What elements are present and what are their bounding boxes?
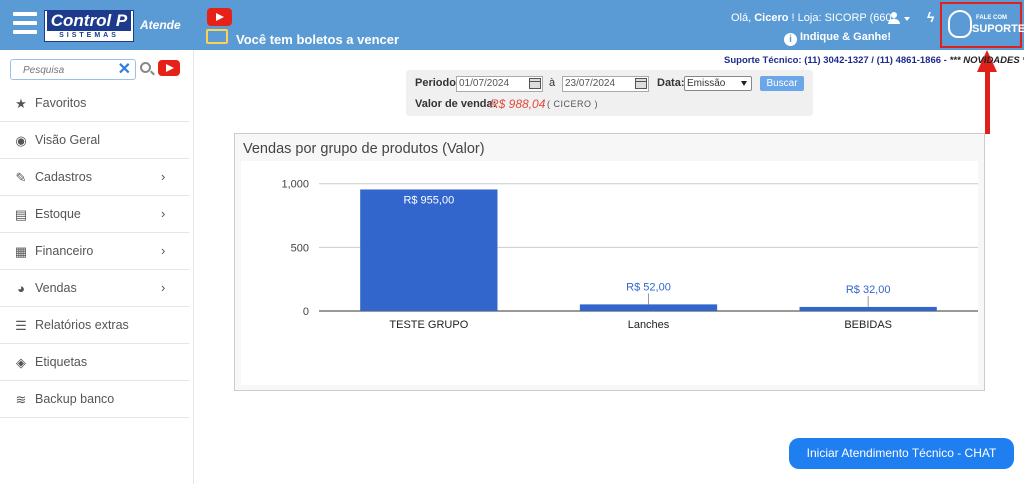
bar xyxy=(360,189,498,311)
sidebar-item-vendas[interactable]: ◕ Vendas › xyxy=(0,270,189,307)
sidebar-item-favoritos[interactable]: ★ Favoritos xyxy=(0,85,189,122)
support-phone-line: Suporte Técnico: (11) 3042-1327 / (11) 4… xyxy=(724,55,1024,66)
store-label: Loja: SICORP (660) xyxy=(797,12,896,24)
chevron-right-icon: › xyxy=(161,280,166,295)
search-icon[interactable] xyxy=(140,62,151,73)
valor-venda-label: Valor de venda: xyxy=(415,98,497,110)
greeting-prefix: Olá, xyxy=(731,12,755,24)
greeting-suffix: ! xyxy=(788,12,795,24)
chevron-down-icon xyxy=(741,81,747,86)
data-label: R$ 955,00 xyxy=(403,194,454,206)
boletos-notice[interactable]: Você tem boletos a vencer xyxy=(236,32,399,47)
youtube-icon[interactable] xyxy=(158,60,180,76)
sidebar-item-label: Cadastros xyxy=(35,170,92,184)
user-name: Cicero xyxy=(754,12,789,24)
chart-card: Vendas por grupo de produtos (Valor) 0 50… xyxy=(234,133,985,391)
sidebar-item-etiquetas[interactable]: ◈ Etiquetas xyxy=(0,344,189,381)
fale-com-suporte-button[interactable]: FALE COM SUPORTE xyxy=(940,2,1024,48)
sidebar-item-relatorios-extras[interactable]: ☰ Relatórios extras xyxy=(0,307,189,344)
filter-panel: Periodo: 01/07/2024 à 23/07/2024 Data: E… xyxy=(406,70,813,116)
sidebar-item-label: Backup banco xyxy=(35,392,115,406)
top-bar: Control P SISTEMAS Atende Você tem bolet… xyxy=(0,0,1024,50)
sidebar-item-cadastros[interactable]: ✎ Cadastros › xyxy=(0,159,189,196)
sidebar-item-label: Favoritos xyxy=(35,96,87,110)
financeiro-icon: ▦ xyxy=(14,244,28,259)
suporte-label: SUPORTE xyxy=(972,23,1024,35)
estoque-icon: ▤ xyxy=(14,207,28,222)
youtube-icon[interactable] xyxy=(207,8,232,26)
support-phones: Suporte Técnico: (11) 3042-1327 / (11) 4… xyxy=(724,55,950,66)
valor-venda-amount: R$ 988,04 xyxy=(490,97,546,111)
info-icon: i xyxy=(784,33,797,46)
sidebar-item-backup-banco[interactable]: ≋ Backup banco xyxy=(0,381,189,418)
chevron-right-icon: › xyxy=(161,243,166,258)
headset-icon xyxy=(948,10,972,38)
chevron-right-icon: › xyxy=(161,169,166,184)
atende-logo: Atende xyxy=(140,18,181,32)
vendas-icon: ◕ xyxy=(17,281,25,296)
bolt-icon[interactable]: ϟ xyxy=(927,9,934,25)
user-greeting: Olá, Cicero ! Loja: SICORP (660) xyxy=(731,12,895,24)
data-label: R$ 52,00 xyxy=(626,281,671,293)
data-label: R$ 32,00 xyxy=(846,284,891,296)
indique-ganhe-link[interactable]: i Indique & Ganhe! xyxy=(784,31,891,46)
date-separator: à xyxy=(549,77,556,89)
calendar-icon[interactable] xyxy=(635,78,647,89)
y-tick-label: 1,000 xyxy=(281,179,309,191)
sidebar-item-label: Relatórios extras xyxy=(35,318,129,332)
backup-banco-icon: ≋ xyxy=(15,392,27,407)
sidebar-item-label: Estoque xyxy=(35,207,81,221)
x-tick-label: TESTE GRUPO xyxy=(389,319,468,331)
valor-venda-user: ( CICERO ) xyxy=(547,99,598,109)
etiquetas-icon: ◈ xyxy=(16,355,26,370)
relatorios-extras-icon: ☰ xyxy=(15,318,27,333)
data-label: Data: xyxy=(657,77,685,89)
sidebar-item-visao-geral[interactable]: ◉ Visão Geral xyxy=(0,122,189,159)
controlp-logo[interactable]: Control P SISTEMAS xyxy=(44,10,134,42)
cadastros-icon: ✎ xyxy=(15,170,27,185)
periodo-label: Periodo: xyxy=(415,77,460,89)
bar xyxy=(579,304,718,311)
sidebar-item-label: Etiquetas xyxy=(35,355,88,369)
user-menu-caret-icon[interactable] xyxy=(904,17,910,21)
sidebar-search: ✕ xyxy=(10,59,136,80)
x-tick-label: BEBIDAS xyxy=(844,319,892,331)
indique-label: Indique & Ganhe! xyxy=(800,31,892,43)
logo-text: Control P xyxy=(47,11,131,31)
sidebar-item-estoque[interactable]: ▤ Estoque › xyxy=(0,196,189,233)
red-arrow-shaft xyxy=(985,70,990,134)
bar-chart: 0 500 1,000 R$ 955,00 TESTE GRUPO R$ 52,00 Lan… xyxy=(241,161,978,385)
sidebar-item-financeiro[interactable]: ▦ Financeiro › xyxy=(0,233,189,270)
sidebar-item-label: Financeiro xyxy=(35,244,94,258)
novidades-link[interactable]: *** NOVIDADES *** xyxy=(949,55,1024,66)
chevron-right-icon: › xyxy=(161,206,166,221)
fale-com-label: FALE COM xyxy=(976,15,1007,21)
sidebar-item-label: Vendas xyxy=(35,281,77,295)
visao-geral-icon: ◉ xyxy=(15,133,27,148)
bar xyxy=(799,306,937,311)
x-tick-label: Lanches xyxy=(628,319,670,331)
y-tick-label: 0 xyxy=(303,306,309,318)
search-input[interactable] xyxy=(11,61,107,80)
calendar-icon[interactable] xyxy=(529,78,541,89)
clear-icon[interactable]: ✕ xyxy=(118,61,131,78)
chat-button[interactable]: Iniciar Atendimento Técnico - CHAT xyxy=(789,438,1014,469)
logo-subtext: SISTEMAS xyxy=(59,32,119,39)
y-tick-label: 500 xyxy=(291,242,309,254)
menu-icon[interactable] xyxy=(13,12,37,34)
buscar-button[interactable]: Buscar xyxy=(760,76,804,91)
chart-title: Vendas por grupo de produtos (Valor) xyxy=(243,141,485,157)
sidebar-item-label: Visão Geral xyxy=(35,133,101,147)
sidebar: ✕ ★ Favoritos ◉ Visão Geral ✎ Cadastros › ▤ Esto… xyxy=(0,50,194,484)
monitor-icon xyxy=(206,29,228,44)
favoritos-icon: ★ xyxy=(15,96,27,111)
user-icon[interactable] xyxy=(888,12,900,24)
